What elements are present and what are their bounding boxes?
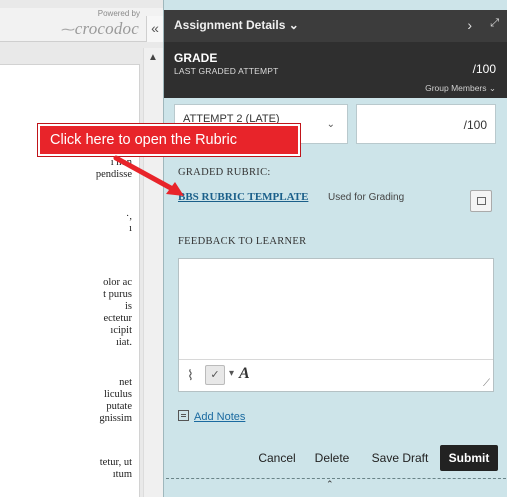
doc-text-line: pendisse <box>95 169 132 180</box>
attachment-icon[interactable]: ⌇ <box>187 367 194 384</box>
chevron-down-icon: ⌄ <box>326 119 335 130</box>
grade-summary: GRADE LAST GRADED ATTEMPT /100 Group Mem… <box>164 42 507 98</box>
spellcheck-dropdown-icon[interactable]: ▾ <box>229 368 234 379</box>
delete-button[interactable]: Delete <box>308 445 356 471</box>
annotation-callout: Click here to open the Rubric <box>37 123 301 157</box>
feedback-editor[interactable]: ⌇ ✓ ▾ A ⟋ <box>178 258 494 392</box>
doc-text-line: ıiat. <box>115 337 132 348</box>
scroll-up-icon[interactable]: ▲ <box>148 52 158 63</box>
doc-text-line: is <box>124 301 132 312</box>
doc-text-line: ıtum <box>112 469 132 480</box>
feedback-label: FEEDBACK TO LEARNER <box>178 236 307 247</box>
document-scrollbar[interactable]: ▲ <box>143 48 163 497</box>
chevron-up-icon[interactable]: ⌃ <box>326 479 334 490</box>
viewer-toolbar: ⁓ Powered by crocodoc « <box>0 8 163 42</box>
doc-text-line: liculus <box>104 389 132 400</box>
submit-button[interactable]: Submit <box>440 445 498 471</box>
window-icon <box>477 197 486 205</box>
score-input[interactable]: /100 <box>356 104 496 144</box>
panel-resize-handle[interactable]: ⌃ <box>166 478 506 494</box>
font-format-icon[interactable]: A <box>239 365 250 383</box>
action-buttons: Cancel Delete Save Draft Submit <box>164 445 507 471</box>
group-members-toggle[interactable]: Group Members ⌄ <box>425 83 496 94</box>
doc-text-line: tetur, ut <box>99 457 132 468</box>
grading-panel: Assignment Details ⌄ › ⤢ GRADE LAST GRAD… <box>163 0 507 497</box>
doc-text-line: t purus <box>103 289 132 300</box>
save-draft-button[interactable]: Save Draft <box>364 445 436 471</box>
doc-text-line: ectetur <box>103 313 132 324</box>
grade-total: /100 <box>472 62 496 76</box>
doc-text-line: ·, <box>125 211 132 222</box>
spellcheck-icon[interactable]: ✓ <box>205 365 225 385</box>
add-notes-link[interactable]: Add Notes <box>178 410 245 423</box>
expand-icon[interactable]: ⤢ <box>490 17 499 30</box>
open-rubric-window-button[interactable] <box>470 190 492 212</box>
rubric-link[interactable]: BBS RUBRIC TEMPLATE <box>178 191 308 203</box>
feedback-text[interactable] <box>185 265 485 355</box>
crocodoc-logo: crocodoc <box>74 19 139 38</box>
doc-text-line: olor ac <box>103 277 132 288</box>
collapse-panel-button[interactable]: « <box>146 16 163 42</box>
panel-header: Assignment Details ⌄ › ⤢ <box>164 10 507 42</box>
crocodoc-logo-icon: ⁓ <box>61 21 75 37</box>
doc-text-line: putate <box>106 401 132 412</box>
grade-subtitle: LAST GRADED ATTEMPT <box>174 66 279 76</box>
assignment-details-toggle[interactable]: Assignment Details ⌄ <box>174 18 299 32</box>
next-chevron-icon[interactable]: › <box>467 17 472 33</box>
editor-toolbar: ⌇ ✓ ▾ A ⟋ <box>179 359 493 391</box>
cancel-button[interactable]: Cancel <box>252 445 302 471</box>
document-viewer: ⁓ Powered by crocodoc « us in ı non pend… <box>0 0 163 497</box>
rubric-usage-label: Used for Grading <box>328 192 405 203</box>
resize-handle-icon[interactable]: ⟋ <box>483 378 490 389</box>
doc-text-line: ıcipit <box>110 325 132 336</box>
doc-text-line: ı <box>129 223 132 234</box>
powered-by-label: Powered by <box>97 9 140 18</box>
add-notes-label: Add Notes <box>194 411 246 423</box>
doc-text-line: ı non <box>110 157 132 168</box>
graded-rubric-label: GRADED RUBRIC: <box>178 167 271 178</box>
doc-text-line: net <box>119 377 132 388</box>
doc-text-line: gnissim <box>99 413 132 424</box>
notes-icon <box>178 410 189 421</box>
grade-title: GRADE <box>174 51 218 65</box>
